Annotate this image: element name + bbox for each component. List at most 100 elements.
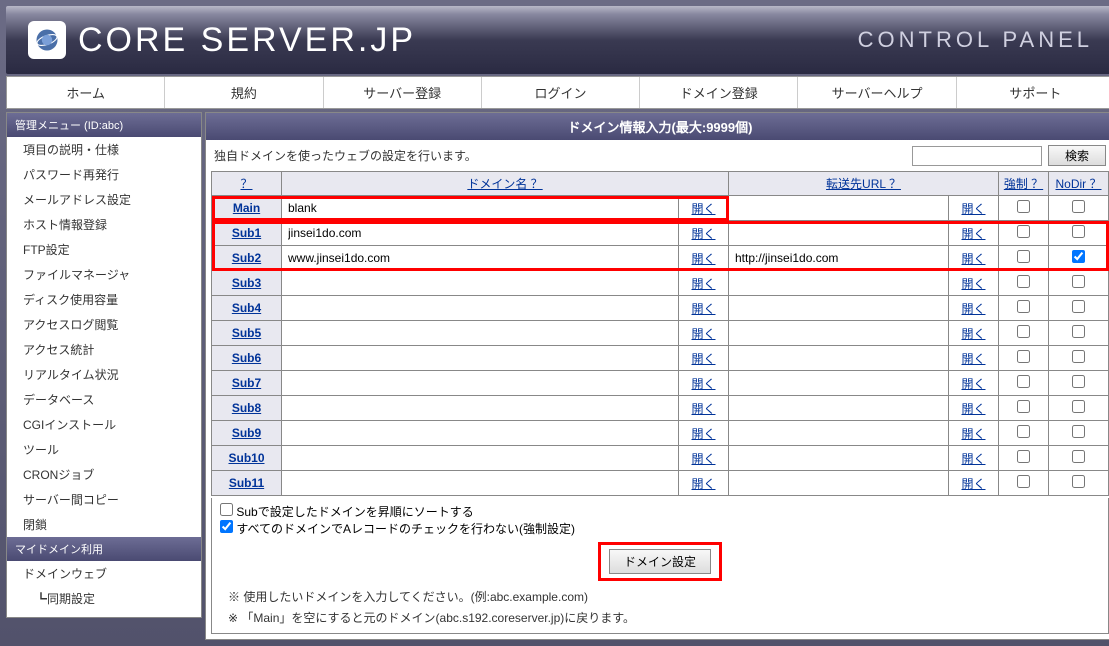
url-input[interactable] — [733, 324, 944, 342]
open-link[interactable]: 開く — [961, 377, 985, 391]
domain-input[interactable] — [286, 249, 674, 267]
sidebar-item[interactable]: ┗同期設定 — [7, 586, 201, 611]
row-label-link[interactable]: Sub7 — [232, 376, 261, 390]
open-link[interactable]: 開く — [961, 202, 985, 216]
url-input[interactable] — [733, 399, 944, 417]
sidebar-item[interactable]: リアルタイム状況 — [7, 362, 201, 387]
th-force[interactable]: 強制 ？ — [999, 172, 1049, 196]
domain-input[interactable] — [286, 474, 674, 492]
open-link[interactable]: 開く — [691, 227, 715, 241]
nodir-checkbox[interactable] — [1072, 450, 1085, 463]
sidebar-item[interactable]: ディスク使用容量 — [7, 287, 201, 312]
sidebar-item[interactable]: CGIインストール — [7, 412, 201, 437]
open-link[interactable]: 開く — [691, 277, 715, 291]
sort-option[interactable]: Subで設定したドメインを昇順にソートする — [220, 505, 474, 519]
search-input[interactable] — [912, 146, 1042, 166]
arecord-option[interactable]: すべてのドメインでAレコードのチェックを行わない(強制設定) — [220, 522, 575, 536]
topnav-item[interactable]: ドメイン登録 — [640, 77, 798, 108]
url-input[interactable] — [733, 299, 944, 317]
domain-input[interactable] — [286, 374, 674, 392]
th-q[interactable]: ？ — [212, 172, 282, 196]
url-input[interactable] — [733, 474, 944, 492]
open-link[interactable]: 開く — [691, 302, 715, 316]
th-url[interactable]: 転送先URL ？ — [729, 172, 999, 196]
force-checkbox[interactable] — [1017, 425, 1030, 438]
sidebar-item[interactable]: ホスト情報登録 — [7, 212, 201, 237]
domain-input[interactable] — [286, 199, 674, 217]
open-link[interactable]: 開く — [961, 352, 985, 366]
domain-input[interactable] — [286, 449, 674, 467]
domain-input[interactable] — [286, 424, 674, 442]
sidebar-item[interactable]: ツール — [7, 437, 201, 462]
sidebar-item[interactable]: サーバー間コピー — [7, 487, 201, 512]
open-link[interactable]: 開く — [961, 227, 985, 241]
url-input[interactable] — [733, 199, 944, 217]
topnav-item[interactable]: ホーム — [7, 77, 165, 108]
row-label-link[interactable]: Sub1 — [232, 226, 261, 240]
url-input[interactable] — [733, 274, 944, 292]
force-checkbox[interactable] — [1017, 200, 1030, 213]
th-nodir[interactable]: NoDir ？ — [1049, 172, 1109, 196]
row-label-link[interactable]: Main — [233, 201, 260, 215]
open-link[interactable]: 開く — [691, 202, 715, 216]
open-link[interactable]: 開く — [691, 252, 715, 266]
nodir-checkbox[interactable] — [1072, 475, 1085, 488]
force-checkbox[interactable] — [1017, 325, 1030, 338]
open-link[interactable]: 開く — [961, 452, 985, 466]
open-link[interactable]: 開く — [691, 327, 715, 341]
url-input[interactable] — [733, 449, 944, 467]
nodir-checkbox[interactable] — [1072, 325, 1085, 338]
open-link[interactable]: 開く — [691, 377, 715, 391]
row-label-link[interactable]: Sub11 — [229, 476, 264, 490]
nodir-checkbox[interactable] — [1072, 400, 1085, 413]
open-link[interactable]: 開く — [691, 352, 715, 366]
sidebar-item[interactable]: ドメインウェブ — [7, 561, 201, 586]
nodir-checkbox[interactable] — [1072, 425, 1085, 438]
force-checkbox[interactable] — [1017, 475, 1030, 488]
search-button[interactable]: 検索 — [1048, 145, 1106, 166]
row-label-link[interactable]: Sub9 — [232, 426, 261, 440]
url-input[interactable] — [733, 224, 944, 242]
row-label-link[interactable]: Sub8 — [232, 401, 261, 415]
open-link[interactable]: 開く — [961, 327, 985, 341]
sidebar-item[interactable]: FTP設定 — [7, 237, 201, 262]
domain-input[interactable] — [286, 274, 674, 292]
force-checkbox[interactable] — [1017, 400, 1030, 413]
open-link[interactable]: 開く — [961, 252, 985, 266]
url-input[interactable] — [733, 424, 944, 442]
sidebar-item[interactable]: メールアドレス設定 — [7, 187, 201, 212]
force-checkbox[interactable] — [1017, 275, 1030, 288]
row-label-link[interactable]: Sub6 — [232, 351, 261, 365]
sidebar-item[interactable]: アクセス統計 — [7, 337, 201, 362]
open-link[interactable]: 開く — [691, 402, 715, 416]
row-label-link[interactable]: Sub3 — [232, 276, 261, 290]
sidebar-item[interactable]: データベース — [7, 387, 201, 412]
domain-submit-button[interactable]: ドメイン設定 — [609, 549, 711, 574]
topnav-item[interactable]: サーバー登録 — [324, 77, 482, 108]
nodir-checkbox[interactable] — [1072, 225, 1085, 238]
sidebar-item[interactable]: 閉鎖 — [7, 512, 201, 537]
force-checkbox[interactable] — [1017, 350, 1030, 363]
nodir-checkbox[interactable] — [1072, 200, 1085, 213]
topnav-item[interactable]: 規約 — [165, 77, 323, 108]
sidebar-item[interactable]: パスワード再発行 — [7, 162, 201, 187]
th-domain[interactable]: ドメイン名 ？ — [282, 172, 729, 196]
url-input[interactable] — [733, 249, 944, 267]
open-link[interactable]: 開く — [691, 427, 715, 441]
nodir-checkbox[interactable] — [1072, 300, 1085, 313]
topnav-item[interactable]: ログイン — [482, 77, 640, 108]
row-label-link[interactable]: Sub10 — [228, 451, 264, 465]
nodir-checkbox[interactable] — [1072, 250, 1085, 263]
force-checkbox[interactable] — [1017, 300, 1030, 313]
domain-input[interactable] — [286, 324, 674, 342]
url-input[interactable] — [733, 374, 944, 392]
open-link[interactable]: 開く — [961, 277, 985, 291]
topnav-item[interactable]: サーバーヘルプ — [798, 77, 956, 108]
open-link[interactable]: 開く — [961, 427, 985, 441]
row-label-link[interactable]: Sub5 — [232, 326, 261, 340]
sidebar-item[interactable]: 項目の説明・仕様 — [7, 137, 201, 162]
force-checkbox[interactable] — [1017, 450, 1030, 463]
domain-input[interactable] — [286, 299, 674, 317]
sidebar-item[interactable]: CRONジョブ — [7, 462, 201, 487]
open-link[interactable]: 開く — [691, 477, 715, 491]
